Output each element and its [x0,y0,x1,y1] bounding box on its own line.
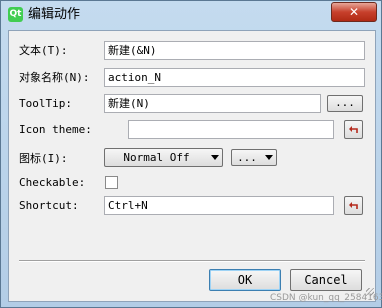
chevron-down-icon [211,155,219,160]
watermark: CSDN @kun_qq_2584163 [270,293,382,303]
text-input[interactable]: 新建(&N) [104,41,365,60]
tooltip-label: ToolTip: [19,97,72,110]
object-name-input[interactable]: action_N [104,68,365,87]
shortcut-reset-button[interactable] [344,196,363,215]
cancel-button[interactable]: Cancel [290,269,362,291]
tooltip-more-button[interactable]: ... [327,95,363,112]
icon-mode-value: Normal Off [123,151,190,164]
shortcut-label: Shortcut: [19,199,79,212]
reset-arrow-icon [349,126,358,133]
icon-mode-combobox[interactable]: Normal Off [104,148,223,167]
shortcut-input[interactable]: Ctrl+N [104,196,334,215]
close-button[interactable]: ✕ [331,2,377,22]
qt-app-icon: Qt [8,7,23,22]
icon-theme-reset-button[interactable] [344,120,363,139]
chevron-down-icon [265,155,273,160]
icon-more-label: ... [237,151,257,164]
checkable-label: Checkable: [19,176,86,189]
checkable-checkbox[interactable] [105,176,118,189]
ok-button[interactable]: OK [209,269,281,291]
title-bar[interactable]: Qt 编辑动作 ✕ [1,1,381,29]
edit-action-dialog: Qt 编辑动作 ✕ 文本(T): 新建(&N) 对象名称(N): action_… [0,0,382,308]
window-title: 编辑动作 [28,7,81,22]
dialog-body: 文本(T): 新建(&N) 对象名称(N): action_N ToolTip:… [8,30,376,302]
icon-theme-label: Icon theme: [19,123,92,136]
text-label: 文本(T): [19,44,68,57]
icon-theme-input[interactable] [128,120,334,139]
tooltip-input[interactable]: 新建(N) [104,94,321,113]
reset-arrow-icon [349,202,358,209]
object-name-label: 对象名称(N): [19,71,90,84]
separator-line [19,260,365,262]
icon-more-dropdown-button[interactable]: ... [231,149,277,166]
icon-label: 图标(I): [19,152,68,165]
